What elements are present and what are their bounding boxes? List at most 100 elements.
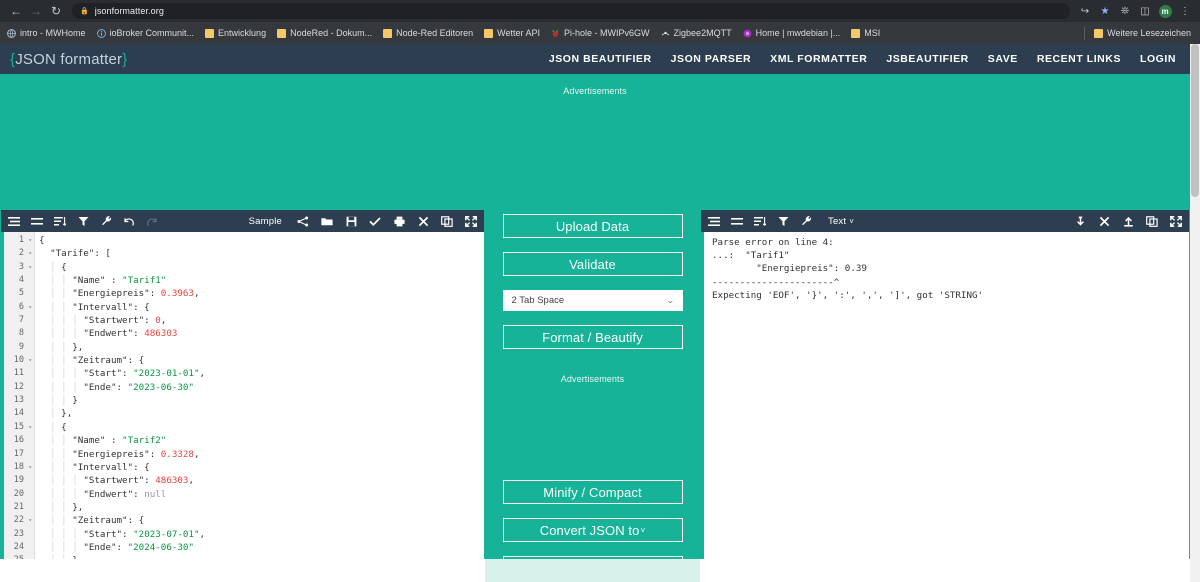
undo-icon[interactable] xyxy=(123,214,135,228)
code-line[interactable]: │ │ } xyxy=(35,394,484,407)
nav-save[interactable]: SAVE xyxy=(988,53,1018,65)
sample-button[interactable]: Sample xyxy=(249,216,282,227)
back-arrow-icon[interactable]: ← xyxy=(6,2,26,20)
code-line[interactable]: │ │ │ "Ende": "2024-06-30" xyxy=(35,541,484,554)
reload-icon[interactable]: ↻ xyxy=(46,2,66,20)
avatar[interactable]: m xyxy=(1156,2,1174,20)
bookmark-item[interactable]: Node-Red Editoren xyxy=(383,28,473,38)
bookmark-item[interactable]: intro - MWHome xyxy=(7,28,86,38)
nav-login[interactable]: LOGIN xyxy=(1140,53,1176,65)
share-icon[interactable]: ↪ xyxy=(1076,2,1094,20)
sort-icon[interactable] xyxy=(754,214,766,228)
upload-data-button[interactable]: Upload Data xyxy=(502,214,683,238)
minify-compact-button[interactable]: Minify / Compact xyxy=(502,480,683,504)
filter-icon[interactable] xyxy=(77,214,89,228)
clear-icon[interactable] xyxy=(417,214,429,228)
compact-icon[interactable] xyxy=(731,214,743,228)
repair-wrench-icon[interactable] xyxy=(100,214,112,228)
view-mode-dropdown[interactable]: Text ˅ xyxy=(828,216,854,227)
compact-icon[interactable] xyxy=(31,214,43,228)
more-bookmarks-button[interactable]: Weitere Lesezeichen xyxy=(1094,28,1191,38)
code-line[interactable]: │ │ "Name" : "Tarif1" xyxy=(35,274,484,287)
code-line[interactable]: { xyxy=(35,234,484,247)
bookmark-item[interactable]: ioBroker Communit... xyxy=(96,28,194,38)
save-file-icon[interactable] xyxy=(345,214,357,228)
clear-icon[interactable] xyxy=(1098,214,1110,228)
nav-json-beautifier[interactable]: JSON BEAUTIFIER xyxy=(549,53,652,65)
code-editor-area[interactable]: 1 ▾ 2 ▾ 3 ▾ 4 5 6 ▾ 7 8 9 10 ▾ 11 12 13 14 15 ▾ 16 17 18 ▾ 19 20 21… xyxy=(1,232,484,581)
code-line[interactable]: │ │ │ "Startwert": 486303, xyxy=(35,474,484,487)
tree-view-icon[interactable] xyxy=(297,214,309,228)
nav-json-parser[interactable]: JSON PARSER xyxy=(671,53,752,65)
extensions-puzzle-icon[interactable]: ❊ xyxy=(1116,2,1134,20)
fold-toggle-icon[interactable]: ▾ xyxy=(28,461,32,474)
code-line[interactable]: │ │ │ "Endwert": null xyxy=(35,488,484,501)
code-line[interactable]: │ │ "Intervall": { xyxy=(35,461,484,474)
code-line[interactable]: "Tarife": [ xyxy=(35,247,484,260)
indent-guide: │ xyxy=(50,261,62,273)
code-line[interactable]: │ │ │ "Startwert": 0, xyxy=(35,314,484,327)
bookmark-item[interactable]: Pi-hole - MWIPv6GW xyxy=(551,28,650,38)
parse-error-output[interactable]: Parse error on line 4: ...: "Tarif1" "Ene… xyxy=(701,232,1189,581)
bookmark-item[interactable]: MSI xyxy=(851,28,880,38)
nav-recent-links[interactable]: RECENT LINKS xyxy=(1037,53,1121,65)
code-line[interactable]: │ │ }, xyxy=(35,501,484,514)
code-line[interactable]: │ │ "Intervall": { xyxy=(35,301,484,314)
sort-icon[interactable] xyxy=(54,214,66,228)
code-line[interactable]: │ │ "Zeitraum": { xyxy=(35,514,484,527)
code-line[interactable]: │ │ │ "Endwert": 486303 xyxy=(35,327,484,340)
bookmark-item[interactable]: NodeRed - Dokum... xyxy=(277,28,372,38)
fold-toggle-icon[interactable]: ▾ xyxy=(28,247,32,260)
filter-icon[interactable] xyxy=(777,214,789,228)
nav-jsbeautifier[interactable]: JSBEAUTIFIER xyxy=(886,53,968,65)
kebab-menu-icon[interactable]: ⋮ xyxy=(1176,2,1194,20)
fold-toggle-icon[interactable]: ▾ xyxy=(28,354,32,367)
print-icon[interactable] xyxy=(393,214,405,228)
validate-button[interactable]: Validate xyxy=(502,252,683,276)
format-indent-icon[interactable] xyxy=(8,214,20,228)
fold-toggle-icon[interactable]: ▾ xyxy=(28,234,32,247)
fold-toggle-icon[interactable]: ▾ xyxy=(28,301,32,314)
site-logo[interactable]: {JSON formatter} xyxy=(10,51,127,68)
scrollbar-thumb[interactable] xyxy=(1191,44,1199,197)
bookmark-star-icon[interactable]: ★ xyxy=(1096,2,1114,20)
fullscreen-icon[interactable] xyxy=(1170,214,1182,228)
transform-icon[interactable] xyxy=(1074,214,1086,228)
download-icon[interactable] xyxy=(1122,214,1134,228)
copy-icon[interactable] xyxy=(441,214,453,228)
code-line[interactable]: │ │ "Energiepreis": 0.3328, xyxy=(35,448,484,461)
format-beautify-button[interactable]: Format / Beautify xyxy=(502,325,683,349)
bookmark-item[interactable]: Wetter API xyxy=(484,28,540,38)
code-line[interactable]: │ │ │ "Start": "2023-01-01", xyxy=(35,367,484,380)
code-line[interactable]: │ │ "Name" : "Tarif2" xyxy=(35,434,484,447)
convert-json-to-button[interactable]: Convert JSON to ˅ xyxy=(502,518,683,542)
bookmark-item[interactable]: Home | mwdebian |... xyxy=(743,28,840,38)
format-indent-icon[interactable] xyxy=(708,214,720,228)
code-line[interactable]: │ │ "Energiepreis": 0.3963, xyxy=(35,287,484,300)
code-line[interactable]: │ │ │ "Ende": "2023-06-30" xyxy=(35,381,484,394)
fold-toggle-icon[interactable]: ▾ xyxy=(28,261,32,274)
logo-close-brace: } xyxy=(122,50,128,68)
indent-select[interactable]: 2 Tab Space ⌄ xyxy=(502,290,683,311)
address-bar[interactable]: 🔒 jsonformatter.org xyxy=(72,3,1070,19)
code-line[interactable]: │ │ }, xyxy=(35,341,484,354)
code-line[interactable]: │ { xyxy=(35,261,484,274)
code-content[interactable]: { "Tarife": [ │ { │ │ "Name" : "Tarif1" … xyxy=(35,232,484,581)
fullscreen-icon[interactable] xyxy=(465,214,477,228)
code-line[interactable]: │ { xyxy=(35,421,484,434)
fold-toggle-icon[interactable]: ▾ xyxy=(28,514,32,527)
bookmark-item[interactable]: Zigbee2MQTT xyxy=(661,28,732,38)
page-vertical-scrollbar[interactable] xyxy=(1190,44,1200,582)
open-file-icon[interactable] xyxy=(321,214,333,228)
side-panel-icon[interactable]: ◫ xyxy=(1136,2,1154,20)
bookmark-item[interactable]: Entwicklung xyxy=(205,28,266,38)
nav-xml-formatter[interactable]: XML FORMATTER xyxy=(770,53,867,65)
validate-check-icon[interactable] xyxy=(369,214,381,228)
repair-wrench-icon[interactable] xyxy=(800,214,812,228)
fold-toggle-icon[interactable]: ▾ xyxy=(28,421,32,434)
code-line[interactable]: │ │ │ "Start": "2023-07-01", xyxy=(35,528,484,541)
indent-guide: │ xyxy=(50,301,62,313)
code-line[interactable]: │ │ "Zeitraum": { xyxy=(35,354,484,367)
copy-icon[interactable] xyxy=(1146,214,1158,228)
code-line[interactable]: │ }, xyxy=(35,407,484,420)
